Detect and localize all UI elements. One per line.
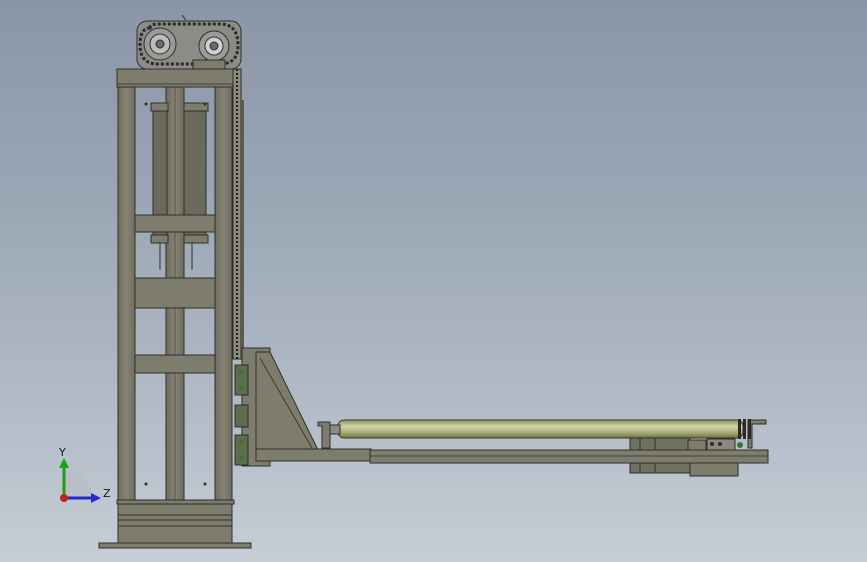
y-axis-label: Y (58, 446, 66, 459)
cad-viewport[interactable]: Y Z (0, 0, 867, 562)
tower-frame (116, 68, 235, 505)
roller (329, 419, 751, 439)
base-plate (98, 499, 252, 549)
z-axis-label: Z (103, 487, 111, 500)
model-view[interactable]: Y Z (0, 0, 867, 562)
coordinate-triad: Y Z (58, 446, 111, 503)
chain-drive (136, 14, 242, 70)
x-axis-origin (60, 494, 68, 502)
vertical-chain (232, 68, 244, 360)
lift-carriage (234, 347, 319, 467)
